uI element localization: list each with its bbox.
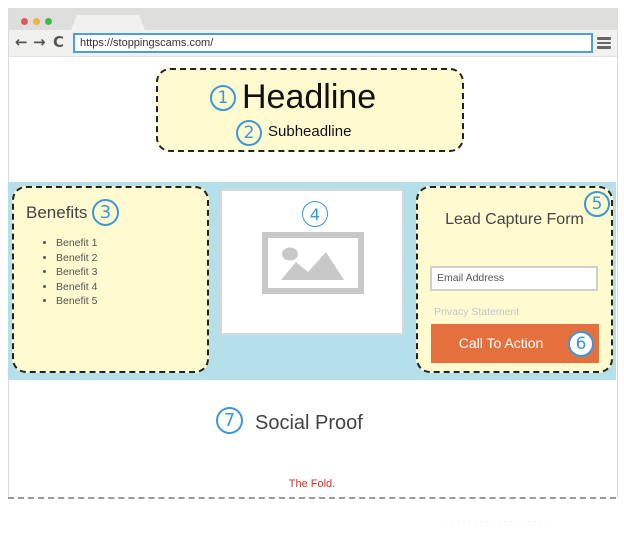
fold-label: The Fold. bbox=[288, 478, 336, 490]
reload-icon[interactable]: C bbox=[53, 33, 64, 51]
callout-number-6: 6 bbox=[568, 331, 594, 357]
form-title: Lead Capture Form bbox=[445, 211, 584, 228]
benefit-item: Benefit 4 bbox=[56, 280, 97, 295]
browser-titlebar bbox=[9, 8, 617, 30]
image-icon bbox=[262, 232, 364, 294]
callout-number-3: 3 bbox=[92, 199, 119, 226]
lead-capture-form: 5 Lead Capture Form Email Address Privac… bbox=[416, 186, 613, 373]
benefit-list: Benefit 1 Benefit 2 Benefit 3 Benefit 4 … bbox=[34, 236, 97, 309]
callout-number-7: 7 bbox=[216, 407, 243, 434]
image-placeholder: 4 bbox=[220, 189, 404, 335]
minimize-window-dot[interactable] bbox=[33, 18, 40, 25]
close-window-dot[interactable] bbox=[21, 18, 28, 25]
social-proof: Social Proof bbox=[255, 412, 363, 434]
benefit-item: Benefit 2 bbox=[56, 251, 97, 266]
headline-section: 1 Headline 2 Subheadline bbox=[156, 68, 464, 152]
benefits-title: Benefits bbox=[26, 203, 88, 222]
url-bar[interactable]: https://stoppingscams.com/ bbox=[73, 33, 593, 53]
forward-arrow-icon[interactable]: → bbox=[33, 33, 46, 51]
fold-line bbox=[8, 497, 616, 499]
callout-number-1: 1 bbox=[210, 85, 236, 111]
browser-tab[interactable] bbox=[71, 15, 145, 30]
privacy-statement-link[interactable]: Privacy Statement bbox=[434, 306, 519, 318]
watermark: · · · · · · · · · · · · · · · · · · bbox=[445, 517, 549, 526]
back-arrow-icon[interactable]: ← bbox=[15, 33, 28, 51]
headline: Headline bbox=[242, 78, 377, 116]
callout-number-4: 4 bbox=[302, 201, 328, 227]
browser-toolbar: ← → C https://stoppingscams.com/ bbox=[9, 30, 617, 57]
maximize-window-dot[interactable] bbox=[45, 18, 52, 25]
benefit-item: Benefit 5 bbox=[56, 294, 97, 309]
benefit-item: Benefit 3 bbox=[56, 265, 97, 280]
hamburger-menu-icon[interactable] bbox=[597, 37, 611, 49]
subheadline: Subheadline bbox=[268, 123, 352, 140]
email-field[interactable]: Email Address bbox=[430, 266, 598, 291]
benefit-item: Benefit 1 bbox=[56, 236, 97, 251]
callout-number-2: 2 bbox=[236, 120, 262, 146]
benefits-section: Benefits 3 Benefit 1 Benefit 2 Benefit 3… bbox=[12, 186, 209, 373]
